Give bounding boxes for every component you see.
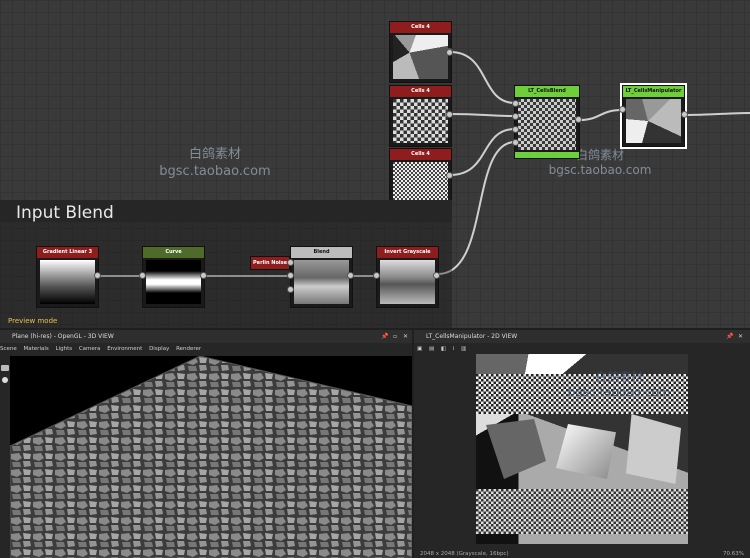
input-port[interactable] [287, 286, 294, 293]
input-port[interactable] [512, 139, 519, 146]
menu-materials[interactable]: Materials [24, 346, 49, 352]
node-title: Cells 4 [390, 86, 451, 97]
frame-title: Input Blend [16, 203, 114, 223]
texture-cell [556, 424, 616, 479]
menu-camera[interactable]: Camera [79, 346, 101, 352]
zoom-level: 70.63% [723, 551, 744, 557]
output-port[interactable] [94, 272, 101, 279]
node-lt-cellsmanipulator[interactable]: LT_CellsManipulator [620, 83, 687, 149]
input-port[interactable] [512, 100, 519, 107]
input-port[interactable] [287, 259, 294, 266]
texture-cell [626, 414, 681, 484]
node-thumbnail [40, 260, 95, 304]
restore-icon[interactable]: ▫ [393, 333, 397, 340]
panel-toolbar: ▣ ▤ ◧ ⅰ ▥ [414, 344, 750, 354]
pin-icon[interactable]: 📌 [381, 333, 388, 340]
node-title: Cells 4 [390, 149, 451, 160]
output-port[interactable] [446, 49, 453, 56]
input-port[interactable] [512, 113, 519, 120]
node-title: Perlin Noise [253, 260, 287, 266]
node-title: Cells 4 [390, 22, 451, 33]
texture-preview[interactable] [476, 354, 688, 544]
info-icon[interactable]: ⅰ [453, 346, 455, 352]
preview-mode-label: Preview mode [8, 317, 58, 325]
node-thumbnail [393, 99, 448, 143]
node-graph[interactable]: 白鸽素材 bgsc.taobao.com 白鸽素材 bgsc.taobao.com … [0, 0, 750, 328]
panel-title: Plane (hi-res) - OpenGL - 3D VIEW [0, 330, 412, 343]
node-invert-grayscale[interactable]: Invert Grayscale [376, 246, 439, 308]
node-lt-cellsblend[interactable]: LT_CellsBlend [514, 85, 580, 159]
menu-environment[interactable]: Environment [107, 346, 142, 352]
texture-info: 2048 x 2048 (Grayscale, 16bpc) [420, 551, 509, 557]
menu-renderer[interactable]: Renderer [176, 346, 201, 352]
texture-noise-band [476, 489, 688, 534]
texture-cell [486, 419, 546, 479]
input-port[interactable] [139, 272, 146, 279]
input-port[interactable] [287, 272, 294, 279]
histogram-icon[interactable]: ▥ [461, 346, 466, 352]
output-port[interactable] [347, 272, 354, 279]
node-blend[interactable]: Blend [290, 246, 353, 308]
menu-lights[interactable]: Lights [56, 346, 73, 352]
viewport-3d[interactable] [10, 356, 412, 558]
node-status-bar [515, 152, 579, 158]
node-thumbnail [626, 99, 681, 143]
output-port[interactable] [433, 272, 440, 279]
panel-2d-view[interactable]: LT_CellsManipulator - 2D VIEW 📌 ✕ ▣ ▤ ◧ … [414, 330, 750, 558]
node-title: LT_CellsManipulator [623, 86, 684, 97]
node-cells-4-top[interactable]: Cells 4 [389, 21, 453, 83]
node-cells-4-mid[interactable]: Cells 4 [389, 85, 452, 147]
node-curve[interactable]: Curve [142, 246, 205, 308]
stone-plane-render [10, 356, 412, 558]
node-thumbnail [393, 35, 448, 79]
input-port[interactable] [512, 126, 519, 133]
node-perlin-noise[interactable]: Perlin Noise [250, 256, 290, 270]
menu-scene[interactable]: Scene [0, 346, 17, 352]
panel-title: LT_CellsManipulator - 2D VIEW [414, 330, 750, 343]
input-port[interactable] [373, 272, 380, 279]
node-title: Gradient Linear 3 [37, 247, 98, 258]
output-port[interactable] [681, 111, 688, 118]
camera-icon[interactable] [1, 365, 9, 371]
output-port[interactable] [575, 116, 582, 123]
channel-icon[interactable]: ◧ [441, 346, 446, 352]
menu-display[interactable]: Display [149, 346, 169, 352]
panel-3d-view[interactable]: Plane (hi-res) - OpenGL - 3D VIEW 📌 ▫ ✕ … [0, 330, 412, 558]
light-icon[interactable] [2, 377, 8, 383]
node-thumbnail [380, 260, 435, 304]
output-port[interactable] [446, 172, 453, 179]
close-icon[interactable]: ✕ [403, 333, 408, 340]
close-icon[interactable]: ✕ [738, 333, 743, 340]
node-thumbnail [146, 260, 201, 304]
output-port[interactable] [200, 272, 207, 279]
node-title: Invert Grayscale [377, 247, 438, 258]
fit-icon[interactable]: ▣ [417, 346, 422, 352]
input-port[interactable] [619, 106, 626, 113]
save-icon[interactable]: ▤ [429, 346, 434, 352]
pin-icon[interactable]: 📌 [726, 333, 733, 340]
panel-menubar: Scene Materials Lights Camera Environmen… [0, 344, 412, 354]
node-title: Curve [143, 247, 204, 258]
node-thumbnail [294, 260, 349, 304]
output-port[interactable] [446, 111, 453, 118]
node-thumbnail [518, 99, 576, 150]
node-title: LT_CellsBlend [515, 86, 579, 97]
node-gradient-linear-3[interactable]: Gradient Linear 3 [36, 246, 99, 308]
node-title: Blend [291, 247, 352, 258]
texture-noise-band [476, 374, 688, 414]
